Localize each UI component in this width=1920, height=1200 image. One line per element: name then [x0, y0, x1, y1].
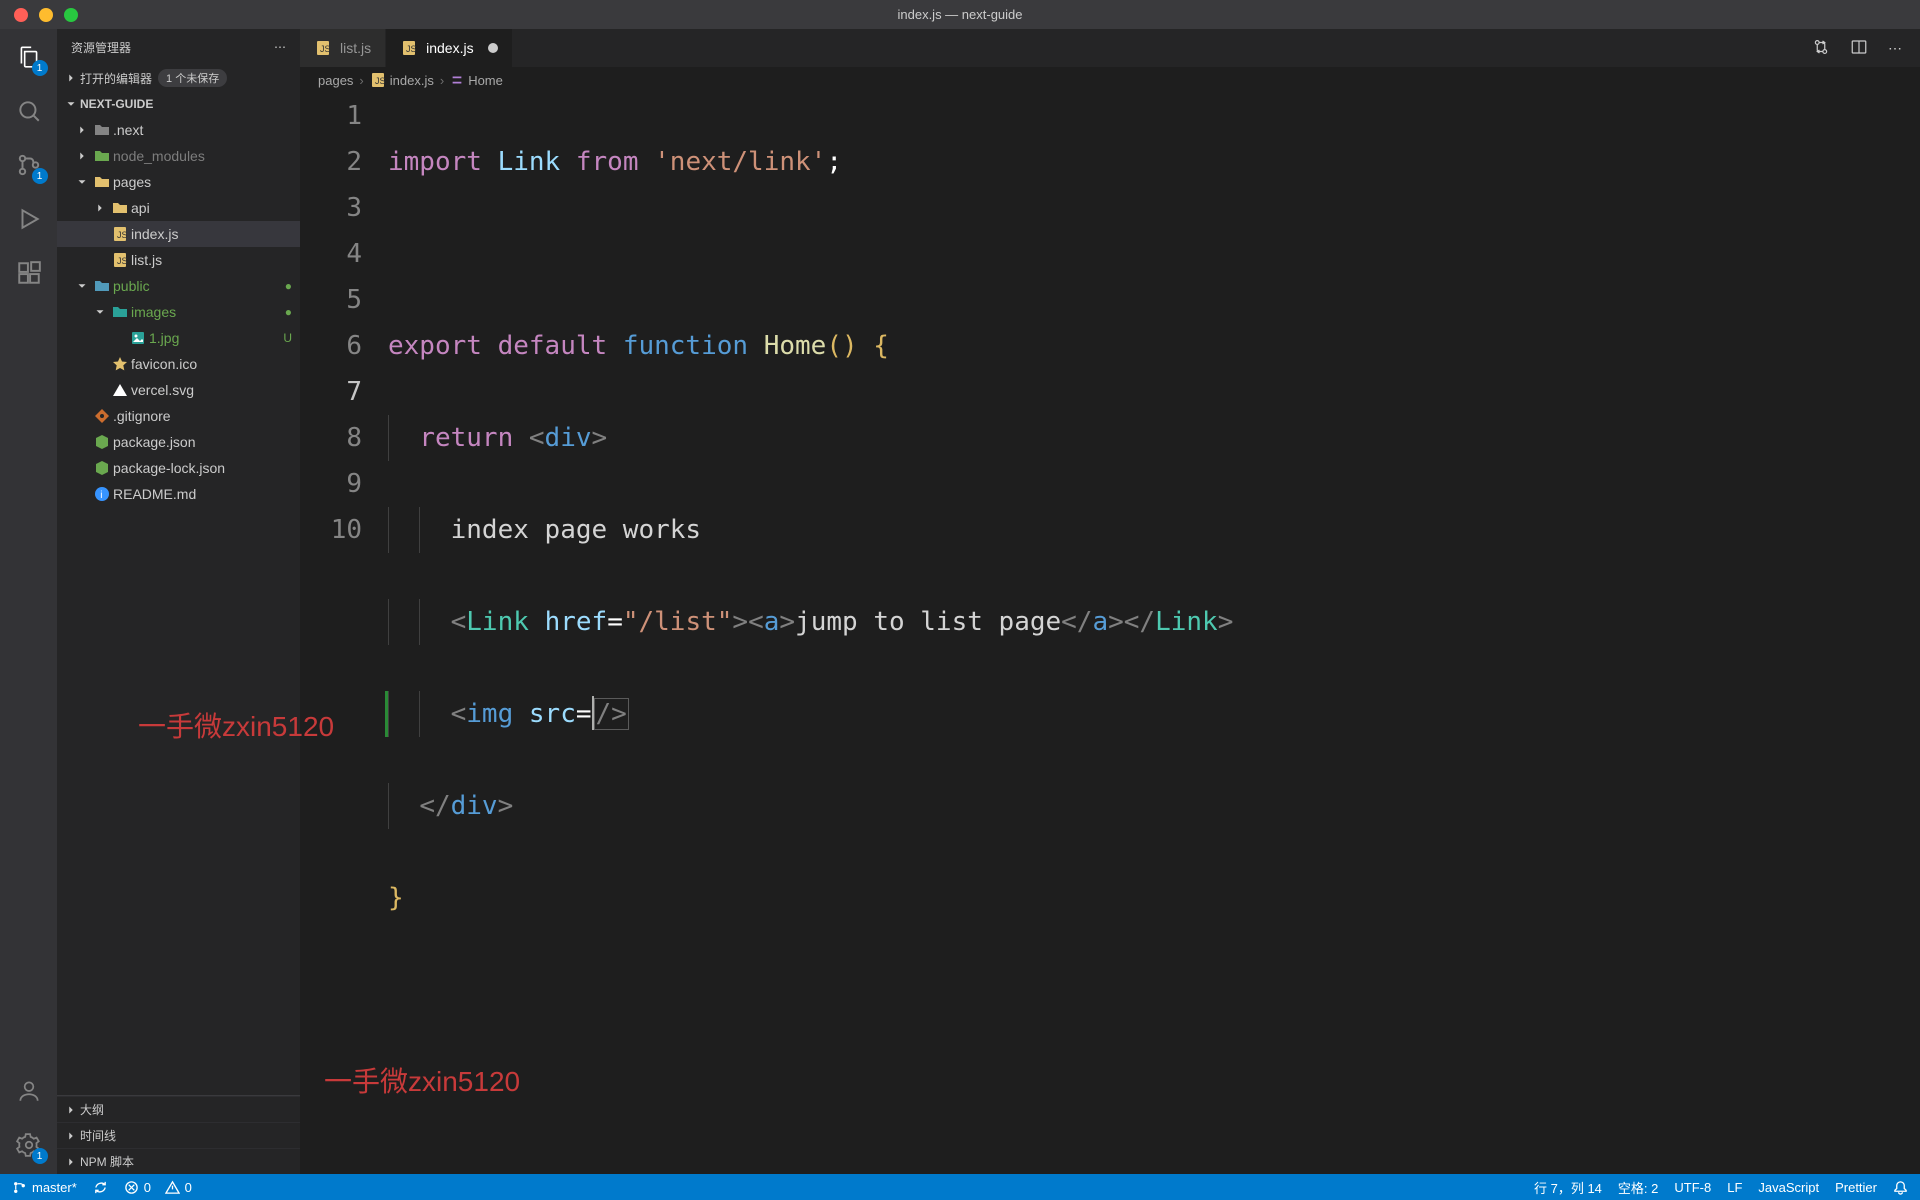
sidebar-header: 资源管理器 ⋯: [57, 29, 300, 65]
editor-area: JS list.js JS index.js ⋯ pages › JSindex…: [300, 29, 1920, 1174]
file-tree: .next node_modules pages api JSindex.js …: [57, 117, 300, 1095]
svg-text:JS: JS: [375, 76, 386, 86]
folder-api[interactable]: api: [57, 195, 300, 221]
activity-bar: 1 1 1: [0, 29, 57, 1174]
git-branch[interactable]: master*: [12, 1180, 77, 1195]
settings-icon[interactable]: 1: [14, 1130, 44, 1160]
breadcrumbs[interactable]: pages › JSindex.js › Home: [300, 67, 1920, 93]
file-index-js[interactable]: JSindex.js: [57, 221, 300, 247]
file-vercel-svg[interactable]: vercel.svg: [57, 377, 300, 403]
outline-section[interactable]: 大纲: [57, 1096, 300, 1122]
project-name: NEXT-GUIDE: [80, 97, 153, 111]
code-content[interactable]: import Link from 'next/link'; export def…: [388, 93, 1920, 1174]
line-gutter: 12345678910: [300, 93, 388, 1174]
title-bar: index.js — next-guide: [0, 0, 1920, 29]
chevron-right-icon: [64, 69, 78, 87]
file-readme[interactable]: iREADME.md: [57, 481, 300, 507]
compare-changes-icon[interactable]: [1812, 38, 1830, 59]
indentation[interactable]: 空格: 2: [1618, 1178, 1658, 1197]
main: 1 1 1 资源管理器 ⋯: [0, 29, 1920, 1174]
eol[interactable]: LF: [1727, 1180, 1742, 1195]
breadcrumb-symbol[interactable]: Home: [450, 73, 503, 88]
file-list-js[interactable]: JSlist.js: [57, 247, 300, 273]
breadcrumb-pages[interactable]: pages: [318, 73, 353, 88]
minimize-window-button[interactable]: [39, 8, 53, 22]
folder-pages[interactable]: pages: [57, 169, 300, 195]
scm-badge: 1: [32, 168, 48, 184]
sidebar-bottom: 大纲 时间线 NPM 脚本: [57, 1095, 300, 1174]
tab-list-js[interactable]: JS list.js: [300, 29, 386, 67]
extensions-icon[interactable]: [14, 258, 44, 288]
open-editors-label: 打开的编辑器: [80, 70, 152, 87]
chevron-right-icon: ›: [440, 73, 444, 88]
project-section[interactable]: NEXT-GUIDE: [57, 91, 300, 117]
file-favicon[interactable]: favicon.ico: [57, 351, 300, 377]
folder-node-modules[interactable]: node_modules: [57, 143, 300, 169]
cursor-position[interactable]: 行 7，列 14: [1534, 1178, 1602, 1197]
problems[interactable]: 0 0: [124, 1180, 192, 1195]
split-editor-icon[interactable]: [1850, 38, 1868, 59]
npm-scripts-section[interactable]: NPM 脚本: [57, 1148, 300, 1174]
unsaved-badge: 1 个未保存: [158, 69, 227, 87]
open-editors-section[interactable]: 打开的编辑器 1 个未保存: [57, 65, 300, 91]
maximize-window-button[interactable]: [64, 8, 78, 22]
source-control-icon[interactable]: 1: [14, 150, 44, 180]
modified-dot-icon: ●: [285, 279, 292, 293]
sync-button[interactable]: [93, 1180, 108, 1195]
notifications-icon[interactable]: [1893, 1180, 1908, 1195]
file-gitignore[interactable]: .gitignore: [57, 403, 300, 429]
tab-actions: ⋯: [1812, 29, 1920, 67]
file-1-jpg[interactable]: 1.jpgU: [57, 325, 300, 351]
account-icon[interactable]: [14, 1076, 44, 1106]
folder-next[interactable]: .next: [57, 117, 300, 143]
explorer-badge: 1: [32, 60, 48, 76]
svg-text:JS: JS: [406, 44, 417, 54]
folder-images[interactable]: images●: [57, 299, 300, 325]
more-actions-icon[interactable]: ⋯: [1888, 40, 1902, 57]
tab-bar: JS list.js JS index.js ⋯: [300, 29, 1920, 67]
file-package-lock[interactable]: package-lock.json: [57, 455, 300, 481]
sidebar-title: 资源管理器: [71, 39, 131, 56]
untracked-badge: U: [283, 331, 292, 345]
svg-text:JS: JS: [117, 230, 128, 240]
run-debug-icon[interactable]: [14, 204, 44, 234]
language-mode[interactable]: JavaScript: [1758, 1180, 1819, 1195]
prettier-status[interactable]: Prettier: [1835, 1180, 1877, 1195]
modified-dot-icon: ●: [285, 305, 292, 319]
breadcrumb-file[interactable]: JSindex.js: [370, 72, 434, 88]
settings-badge: 1: [32, 1148, 48, 1164]
traffic-lights: [14, 8, 78, 22]
sidebar-more-icon[interactable]: ⋯: [274, 40, 286, 54]
tab-index-js[interactable]: JS index.js: [386, 29, 512, 67]
explorer-icon[interactable]: 1: [14, 42, 44, 72]
sidebar: 资源管理器 ⋯ 打开的编辑器 1 个未保存 NEXT-GUIDE .next n…: [57, 29, 300, 1174]
svg-text:i: i: [100, 490, 102, 501]
folder-public[interactable]: public●: [57, 273, 300, 299]
dirty-indicator-icon: [488, 43, 498, 53]
code-area[interactable]: 12345678910 import Link from 'next/link'…: [300, 93, 1920, 1174]
window-title: index.js — next-guide: [897, 7, 1022, 22]
chevron-right-icon: ›: [359, 73, 363, 88]
status-bar: master* 0 0 行 7，列 14 空格: 2 UTF-8 LF Java…: [0, 1174, 1920, 1200]
file-package-json[interactable]: package.json: [57, 429, 300, 455]
timeline-section[interactable]: 时间线: [57, 1122, 300, 1148]
search-icon[interactable]: [14, 96, 44, 126]
svg-text:JS: JS: [320, 44, 331, 54]
chevron-down-icon: [62, 97, 80, 111]
encoding[interactable]: UTF-8: [1674, 1180, 1711, 1195]
close-window-button[interactable]: [14, 8, 28, 22]
svg-text:JS: JS: [117, 256, 128, 266]
